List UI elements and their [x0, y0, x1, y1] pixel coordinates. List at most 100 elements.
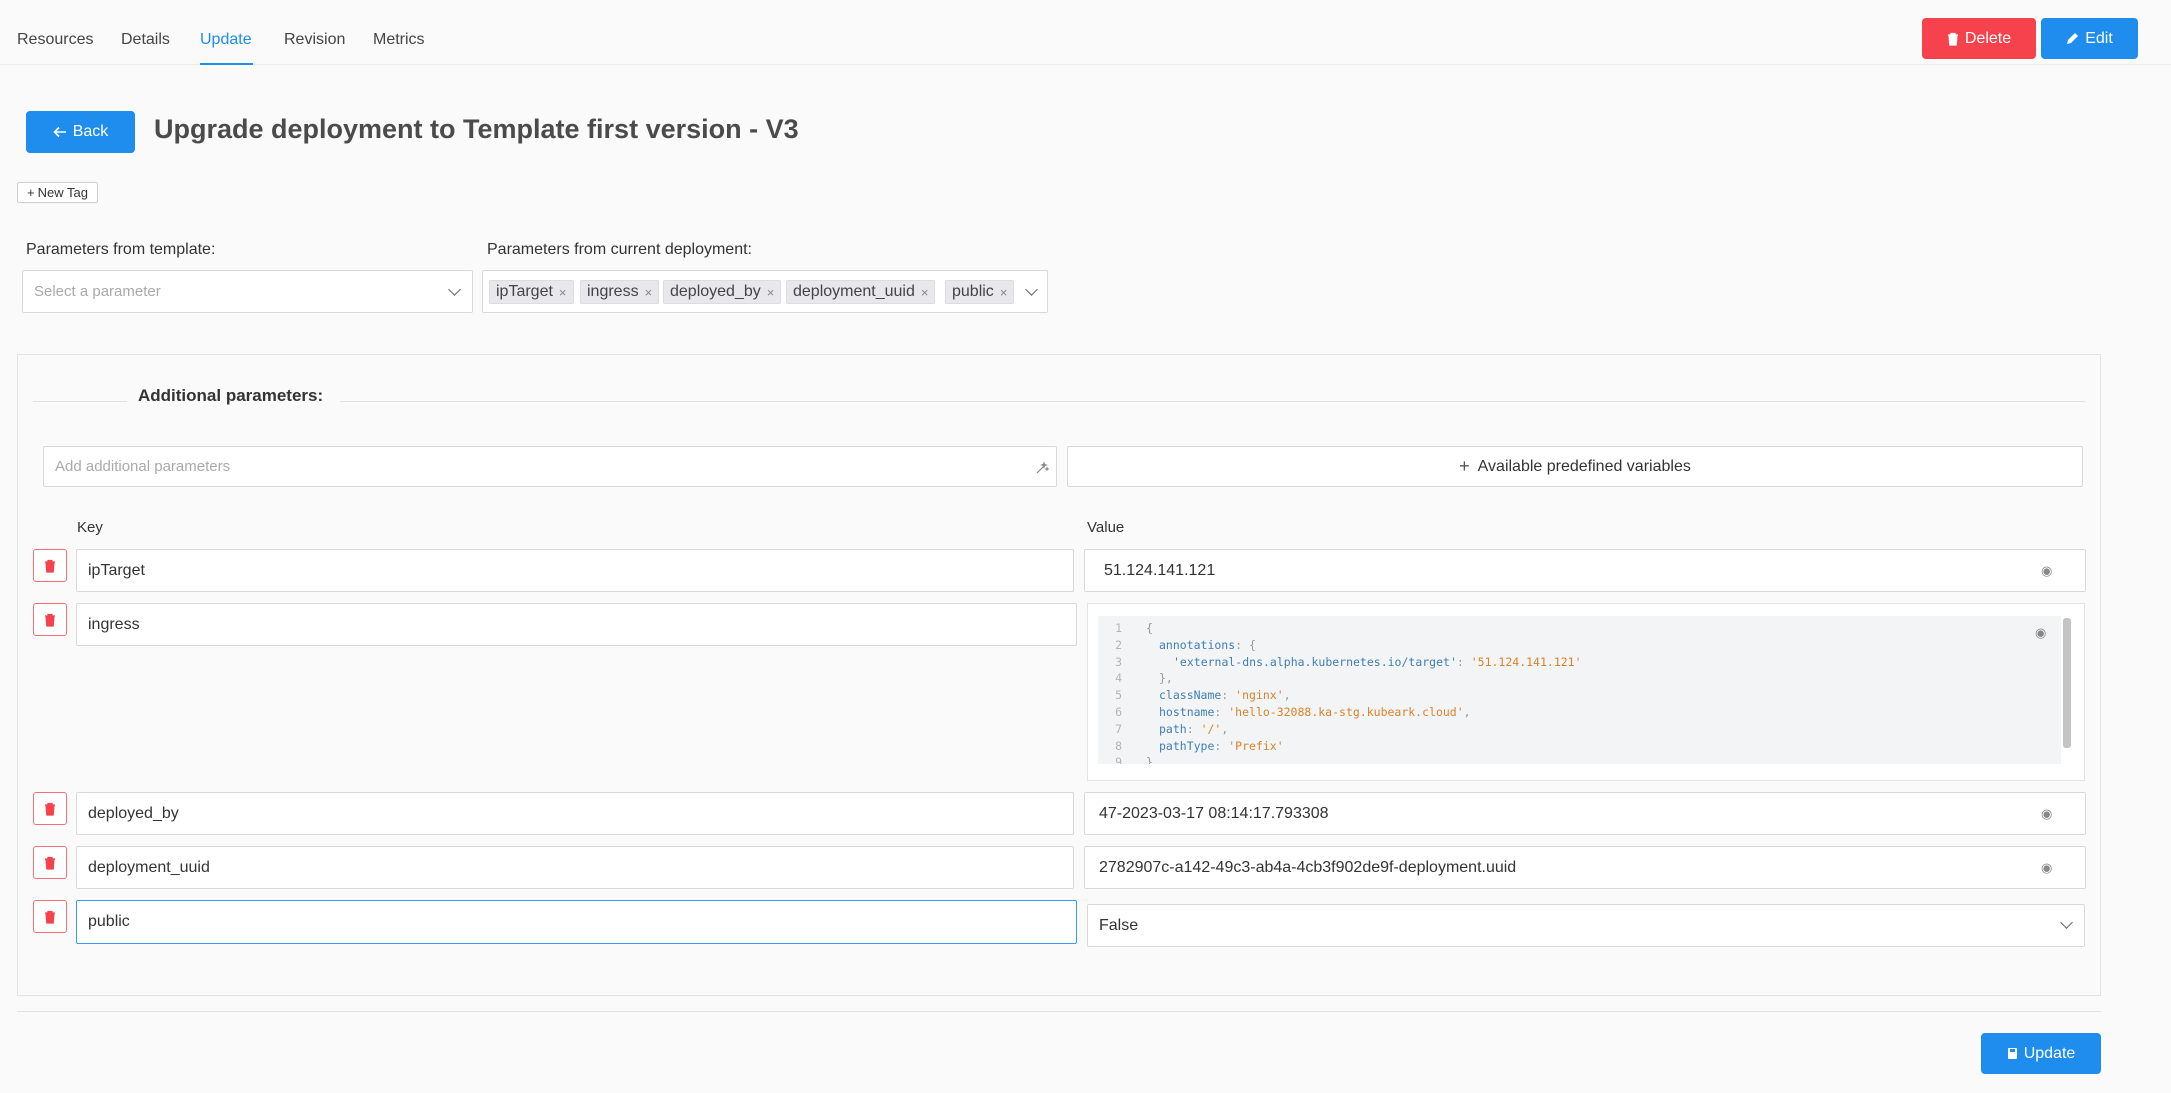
line-number: 6 [1115, 705, 1122, 719]
tab-resources[interactable]: Resources [17, 31, 93, 49]
code-line: pathType: 'Prefix' [1159, 738, 1284, 753]
delete-row-button[interactable] [33, 846, 67, 879]
divider [17, 1011, 2101, 1012]
delete-row-button[interactable] [33, 549, 67, 582]
template-param-select[interactable]: Select a parameter [22, 270, 473, 313]
new-tag-button[interactable]: + New Tag [17, 182, 98, 203]
key-field[interactable]: deployment_uuid [76, 846, 1074, 889]
divider [33, 401, 127, 402]
save-icon [2007, 1048, 2017, 1059]
tag-label: ingress [587, 283, 639, 300]
eye-icon[interactable]: ◉ [2041, 563, 2052, 579]
value-field[interactable]: 51.124.141.121 ◉ [1084, 549, 2086, 592]
code-key: annotations [1159, 637, 1236, 652]
code-line: 'external-dns.alpha.kubernetes.io/target… [1173, 654, 1582, 669]
code-key: path [1159, 721, 1187, 736]
line-number: 4 [1115, 671, 1122, 686]
line-number: 8 [1115, 738, 1122, 753]
trash-icon [45, 802, 55, 816]
code-line: className: 'nginx', [1159, 688, 1291, 703]
key-field[interactable]: ipTarget [76, 549, 1074, 592]
delete-row-button[interactable] [33, 792, 67, 825]
plus-icon: + [27, 185, 35, 200]
key-field[interactable]: public [76, 900, 1077, 944]
edit-button[interactable]: Edit [2041, 18, 2138, 59]
delete-button[interactable]: Delete [1922, 18, 2036, 59]
page-title: Upgrade deployment to Template first ver… [154, 114, 799, 144]
close-icon[interactable]: × [767, 285, 775, 300]
predefined-label: Available predefined variables [1477, 457, 1691, 475]
code-string: 'nginx' [1235, 688, 1284, 703]
chevron-down-icon [1025, 283, 1038, 296]
trash-icon [1947, 32, 1958, 46]
tab-metrics[interactable]: Metrics [373, 31, 425, 49]
code-string: '/' [1200, 721, 1222, 736]
tag-label: deployment_uuid [793, 283, 915, 300]
code-line: path: '/', [1159, 721, 1229, 736]
section-title: Additional parameters: [138, 386, 324, 405]
additional-params-input[interactable]: Add additional parameters [43, 446, 1057, 487]
code-line: annotations: { [1159, 637, 1256, 652]
close-icon[interactable]: × [645, 285, 653, 300]
eye-icon[interactable]: ◉ [2041, 860, 2052, 876]
tab-bar: Resources Details Update Revision Metric… [0, 0, 2171, 65]
eye-icon[interactable]: ◉ [2041, 806, 2052, 822]
line-number: 9 [1115, 755, 1122, 764]
key-header: Key [77, 519, 103, 536]
value-text: 2782907c-a142-49c3-ab4a-4cb3f902de9f-dep… [1099, 858, 1517, 876]
tab-revision[interactable]: Revision [284, 31, 345, 49]
delete-row-button[interactable] [33, 900, 67, 933]
trash-icon [45, 613, 55, 627]
value-select[interactable]: False [1087, 904, 2085, 947]
pencil-icon [2067, 33, 2079, 44]
close-icon[interactable]: × [921, 285, 929, 300]
param-tag: ipTarget × [489, 280, 574, 304]
value-header: Value [1087, 519, 1125, 536]
key-field[interactable]: ingress [76, 603, 1077, 646]
param-tag: deployment_uuid × [786, 280, 936, 304]
value-text: 51.124.141.121 [1104, 561, 1216, 579]
close-icon[interactable]: × [1000, 285, 1008, 300]
value-field[interactable]: 2782907c-a142-49c3-ab4a-4cb3f902de9f-dep… [1084, 846, 2086, 889]
tag-label: public [952, 283, 994, 300]
update-label: Update [2023, 1044, 2076, 1062]
param-tag: deployed_by × [663, 280, 782, 304]
plus-icon: + [1459, 456, 1470, 476]
code-key: hostname [1159, 705, 1215, 719]
current-param-select[interactable]: ipTarget × ingress × deployed_by × deployme… [482, 270, 1048, 313]
chevron-down-icon [448, 283, 461, 296]
update-button[interactable]: Update [1981, 1033, 2101, 1074]
scrollbar[interactable] [2063, 618, 2071, 748]
delete-row-button[interactable] [33, 603, 67, 636]
value-field[interactable]: 47-2023-03-17 08:14:17.793308 ◉ [1084, 792, 2086, 835]
input-placeholder: Add additional parameters [55, 458, 231, 475]
line-number: 2 [1115, 637, 1122, 652]
magic-wand-icon[interactable] [1035, 461, 1049, 475]
code-line: }, [1159, 671, 1173, 686]
eye-icon[interactable]: ◉ [2035, 625, 2046, 641]
trash-icon [45, 856, 55, 870]
code-line: hostname: 'hello-32088.ka-stg.kubeark.cl… [1159, 705, 1471, 719]
line-number: 3 [1115, 654, 1122, 669]
chevron-down-icon [2060, 916, 2073, 929]
tag-label: deployed_by [670, 283, 761, 300]
tab-update[interactable]: Update [200, 31, 252, 49]
line-number: 1 [1115, 621, 1122, 635]
tab-details[interactable]: Details [121, 31, 170, 49]
ingress-code[interactable]: 1 2 3 4 5 6 7 8 9 { annotations: { 'exte… [1098, 616, 2061, 764]
close-icon[interactable]: × [559, 285, 567, 300]
arrow-left-icon [53, 126, 66, 138]
line-number: 5 [1115, 688, 1122, 703]
value-text: 47-2023-03-17 08:14:17.793308 [1099, 804, 1329, 822]
edit-label: Edit [2085, 29, 2113, 47]
param-tag: public × [945, 280, 1015, 304]
code-key: className [1159, 688, 1222, 703]
new-tag-label: New Tag [37, 185, 88, 200]
back-button[interactable]: Back [26, 111, 135, 153]
key-field[interactable]: deployed_by [76, 792, 1074, 835]
code-key: 'external-dns.alpha.kubernetes.io/target… [1173, 654, 1457, 669]
code-line: { [1146, 621, 1153, 635]
param-tag: ingress × [580, 280, 660, 304]
active-tab-indicator [200, 63, 253, 65]
predefined-variables-button[interactable]: + Available predefined variables [1067, 446, 2083, 487]
